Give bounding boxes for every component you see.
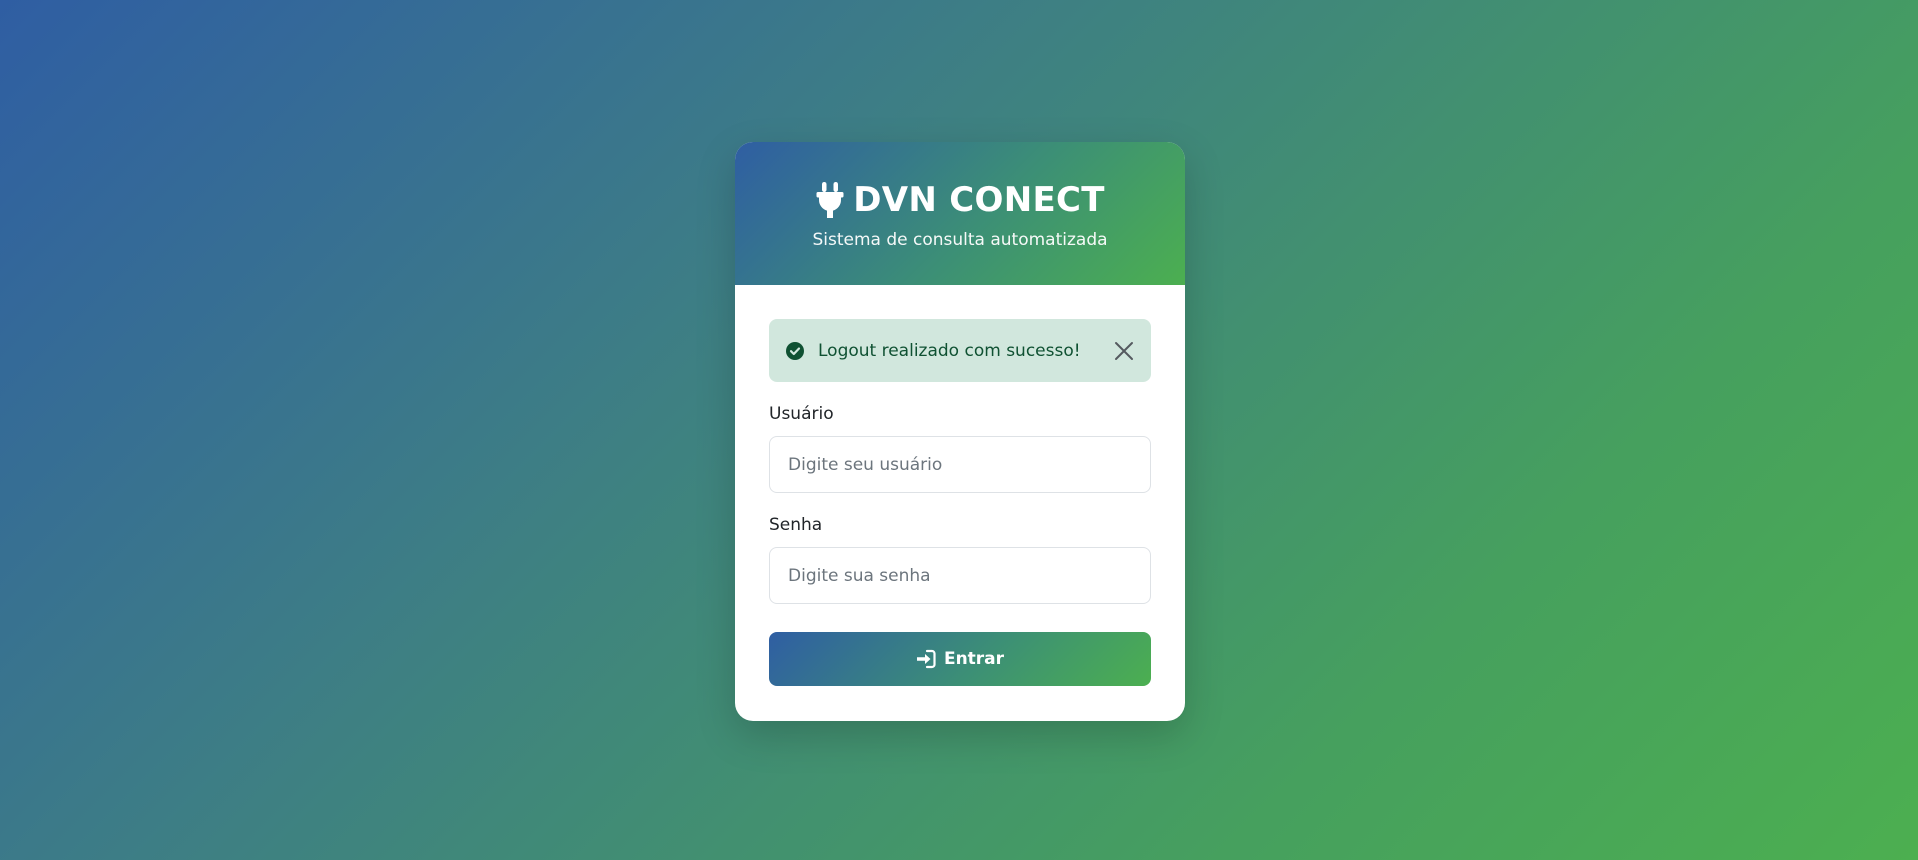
password-label: Senha — [769, 515, 823, 535]
login-form: Logout realizado com sucesso! Usuário Se… — [735, 285, 1185, 686]
close-icon[interactable] — [1113, 340, 1135, 362]
username-input[interactable] — [769, 436, 1151, 493]
password-input[interactable] — [769, 547, 1151, 604]
plug-icon — [816, 182, 844, 218]
login-header: DVN CONECT Sistema de consulta automatiz… — [735, 142, 1185, 285]
login-button[interactable]: Entrar — [769, 632, 1151, 686]
sign-in-icon — [916, 649, 936, 669]
login-card: DVN CONECT Sistema de consulta automatiz… — [735, 142, 1185, 721]
username-group: Usuário — [769, 404, 1151, 493]
page-subtitle: Sistema de consulta automatizada — [812, 230, 1108, 250]
alert-message: Logout realizado com sucesso! — [818, 340, 1081, 361]
brand: DVN CONECT — [735, 178, 1185, 222]
check-circle-icon — [786, 341, 804, 360]
password-group: Senha — [769, 515, 1151, 604]
login-button-label: Entrar — [943, 649, 1005, 669]
success-alert: Logout realizado com sucesso! — [769, 319, 1151, 382]
username-label: Usuário — [769, 404, 834, 424]
page-title: DVN CONECT — [853, 180, 1105, 220]
